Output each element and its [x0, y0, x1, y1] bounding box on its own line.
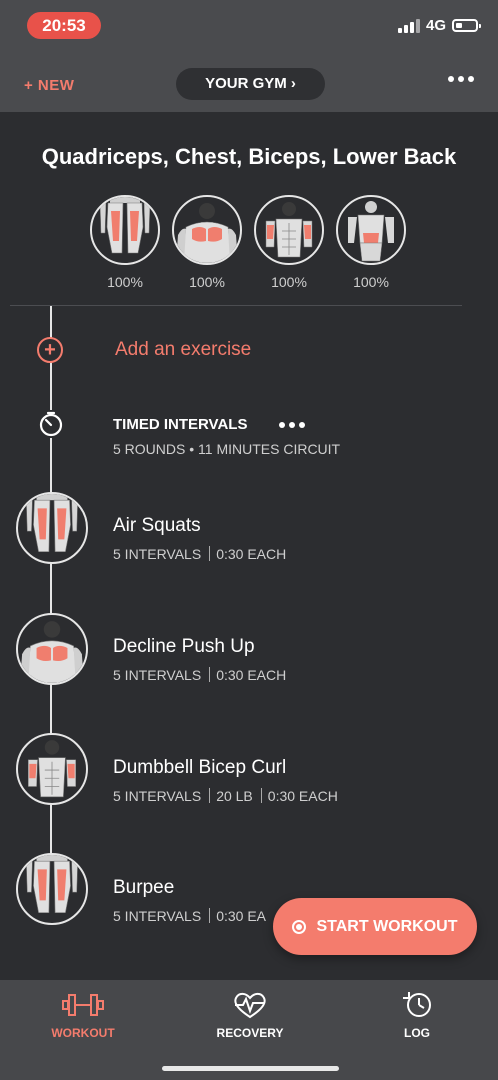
- exercise-meta: 5 INTERVALS 0:30 EACH: [113, 546, 286, 562]
- recovery-heart-icon: [234, 992, 266, 1019]
- muscle-summary: 100% 100% 100% 100%: [90, 195, 406, 290]
- more-icon[interactable]: [448, 76, 474, 82]
- exercise-intervals: 5 INTERVALS: [113, 546, 202, 562]
- quadriceps-icon[interactable]: [16, 853, 88, 925]
- dumbbell-icon: [62, 994, 104, 1016]
- timer-icon: [37, 410, 65, 438]
- record-icon: [292, 919, 307, 934]
- muscle-percent: 100%: [271, 274, 307, 290]
- exercise-weight: 20 LB: [216, 788, 253, 804]
- exercise-meta: 5 INTERVALS 0:30 EACH: [113, 667, 286, 683]
- chest-icon[interactable]: [16, 613, 88, 685]
- exercise-intervals: 5 INTERVALS: [113, 667, 202, 683]
- muscle-item: 100%: [90, 195, 160, 290]
- muscle-item: 100%: [336, 195, 406, 290]
- exercise-name[interactable]: Dumbbell Bicep Curl: [113, 757, 286, 779]
- lower-back-icon: [336, 195, 406, 265]
- tab-recovery[interactable]: RECOVERY: [190, 990, 310, 1040]
- network-type: 4G: [425, 17, 446, 34]
- exercise-duration: 0:30 EACH: [267, 788, 338, 804]
- signal-icon: [397, 18, 420, 33]
- exercise-meta: 5 INTERVALS 0:30 EA: [113, 908, 266, 924]
- battery-icon: [452, 19, 481, 32]
- divider: [10, 305, 462, 306]
- exercise-name[interactable]: Air Squats: [113, 515, 201, 537]
- gym-selector-button[interactable]: YOUR GYM ›: [176, 68, 325, 100]
- bottom-nav: WORKOUT RECOVERY LOG: [0, 980, 498, 1080]
- tab-log-label: LOG: [404, 1026, 430, 1040]
- exercise-duration: 0:30 EACH: [216, 667, 287, 683]
- log-clock-icon: [403, 992, 431, 1017]
- muscle-percent: 100%: [107, 274, 143, 290]
- biceps-icon[interactable]: [16, 733, 88, 805]
- status-time: 20:53: [27, 12, 101, 39]
- exercise-intervals: 5 INTERVALS: [113, 908, 202, 924]
- exercise-intervals: 5 INTERVALS: [113, 788, 202, 804]
- workout-title: Quadriceps, Chest, Biceps, Lower Back: [41, 144, 457, 169]
- exercise-meta: 5 INTERVALS 20 LB 0:30 EACH: [113, 788, 338, 804]
- muscle-item: 100%: [172, 195, 242, 290]
- interval-title: TIMED INTERVALS: [113, 416, 248, 433]
- muscle-percent: 100%: [353, 274, 389, 290]
- top-bar: 20:53 4G + NEW YOUR GYM ›: [0, 0, 498, 112]
- exercise-name[interactable]: Burpee: [113, 877, 174, 899]
- muscle-item: 100%: [254, 195, 324, 290]
- chest-icon: [172, 195, 242, 265]
- start-workout-label: START WORKOUT: [316, 917, 458, 935]
- interval-subtitle: 5 ROUNDS • 11 MINUTES CIRCUIT: [113, 441, 341, 457]
- tab-workout[interactable]: WORKOUT: [23, 990, 143, 1040]
- exercise-duration: 0:30 EACH: [216, 546, 287, 562]
- quadriceps-icon: [90, 195, 160, 265]
- exercise-duration: 0:30 EA: [216, 908, 267, 924]
- tab-recovery-label: RECOVERY: [216, 1026, 284, 1040]
- add-icon[interactable]: +: [37, 337, 63, 363]
- add-exercise-button[interactable]: Add an exercise: [115, 339, 251, 361]
- status-indicators: 4G: [397, 17, 481, 34]
- interval-more-icon[interactable]: [279, 422, 305, 428]
- biceps-icon: [254, 195, 324, 265]
- tab-workout-label: WORKOUT: [51, 1026, 115, 1040]
- quadriceps-icon[interactable]: [16, 492, 88, 564]
- exercise-name[interactable]: Decline Push Up: [113, 636, 255, 658]
- start-workout-button[interactable]: START WORKOUT: [273, 898, 477, 955]
- timeline-line: [50, 306, 52, 906]
- muscle-percent: 100%: [189, 274, 225, 290]
- new-workout-button[interactable]: + NEW: [24, 77, 74, 94]
- tab-log[interactable]: LOG: [357, 990, 477, 1040]
- home-indicator: [162, 1066, 339, 1071]
